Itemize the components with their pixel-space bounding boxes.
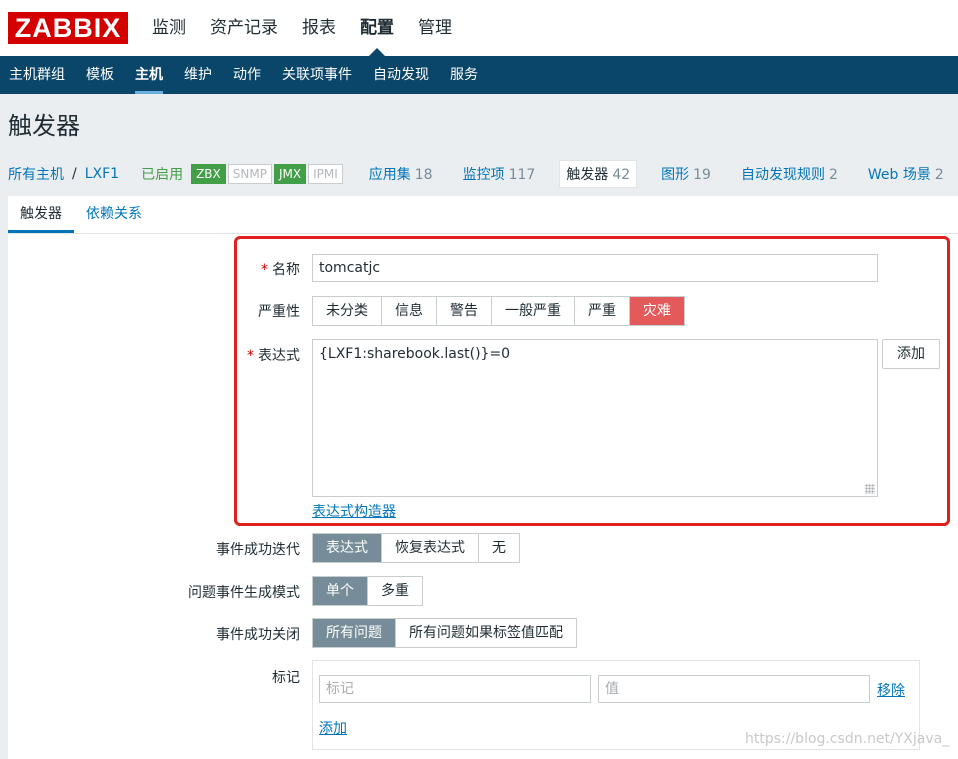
zabbix-logo[interactable]: ZABBIX (8, 12, 128, 44)
top-bar: ZABBIX 监测 资产记录 报表 配置 管理 (0, 0, 958, 56)
host-tab-discovery: 自动发现规则 2 (735, 161, 844, 187)
ok-event-gen-expression[interactable]: 表达式 (313, 534, 382, 562)
breadcrumb: 所有主机 / LXF1 已启用 ZBX SNMP JMX IPMI 应用集 18 … (8, 158, 950, 190)
ok-close-label: 事件成功关闭 (216, 627, 300, 643)
host-tab-triggers-link[interactable]: 触发器 (566, 167, 608, 183)
host-tab-applications: 应用集 18 (363, 161, 439, 187)
tag-value-input[interactable]: 值 (598, 675, 870, 703)
main-nav-configuration[interactable]: 配置 (348, 0, 406, 56)
applications-count: 18 (414, 167, 433, 183)
ok-event-gen-recovery[interactable]: 恢复表达式 (382, 534, 479, 562)
problem-mode-multiple[interactable]: 多重 (368, 577, 422, 605)
main-nav-reports[interactable]: 报表 (290, 0, 348, 56)
availability-jmx: JMX (273, 164, 307, 184)
host-tab-web-link[interactable]: Web 场景 (868, 167, 931, 183)
sub-nav-hosts[interactable]: 主机 (126, 56, 175, 94)
host-tab-items-link[interactable]: 监控项 (463, 167, 505, 183)
items-count: 117 (508, 167, 536, 183)
problem-mode-label: 问题事件生成模式 (188, 585, 300, 601)
host-tab-discovery-link[interactable]: 自动发现规则 (741, 167, 825, 183)
triggers-count: 42 (612, 167, 631, 183)
ok-close-selector: 所有问题 所有问题如果标签值匹配 (312, 618, 577, 648)
page-title: 触发器 (8, 112, 80, 140)
host-tab-graphs-link[interactable]: 图形 (661, 167, 689, 183)
ok-event-gen-selector: 表达式 恢复表达式 无 (312, 533, 520, 563)
ok-close-all[interactable]: 所有问题 (313, 619, 396, 647)
form-tabs: 触发器 依赖关系 (8, 196, 958, 234)
ok-close-tag-match[interactable]: 所有问题如果标签值匹配 (396, 619, 576, 647)
host-tab-items: 监控项 117 (457, 161, 542, 187)
problem-mode-selector: 单个 多重 (312, 576, 423, 606)
tab-dependencies[interactable]: 依赖关系 (74, 196, 154, 233)
sub-nav-correlation[interactable]: 关联项事件 (273, 56, 364, 94)
watermark: https://blog.csdn.net/YXjava_ (745, 731, 950, 747)
availability-ipmi: IPMI (308, 164, 343, 184)
sub-nav-host-groups[interactable]: 主机群组 (0, 56, 77, 94)
annotation-highlight-box (234, 236, 950, 526)
tags-label: 标记 (272, 670, 300, 686)
sub-nav-templates[interactable]: 模板 (77, 56, 126, 94)
breadcrumb-all-hosts[interactable]: 所有主机 (8, 164, 64, 184)
sub-nav: 主机群组 模板 主机 维护 动作 关联项事件 自动发现 服务 (0, 56, 958, 94)
host-tab-applications-link[interactable]: 应用集 (369, 167, 411, 183)
host-tab-triggers: 触发器 42 (559, 160, 638, 188)
sub-nav-discovery[interactable]: 自动发现 (364, 56, 441, 94)
add-tag-link[interactable]: 添加 (319, 718, 347, 738)
availability-snmp: SNMP (227, 164, 272, 184)
ok-event-gen-none[interactable]: 无 (479, 534, 519, 562)
remove-tag-link[interactable]: 移除 (877, 680, 905, 700)
ok-event-gen-label: 事件成功迭代 (216, 542, 300, 558)
host-status[interactable]: 已启用 (141, 164, 183, 184)
availability-zbx: ZBX (191, 164, 226, 184)
graphs-count: 19 (693, 167, 711, 183)
tab-trigger[interactable]: 触发器 (8, 196, 74, 233)
sub-nav-maintenance[interactable]: 维护 (175, 56, 224, 94)
sub-nav-actions[interactable]: 动作 (224, 56, 273, 94)
tag-name-input[interactable]: 标记 (319, 675, 591, 703)
main-nav-administration[interactable]: 管理 (406, 0, 464, 56)
discovery-count: 2 (828, 167, 838, 183)
problem-mode-single[interactable]: 单个 (313, 577, 368, 605)
sub-nav-services[interactable]: 服务 (441, 56, 490, 94)
web-count: 2 (934, 167, 944, 183)
host-tab-graphs: 图形 19 (655, 161, 717, 187)
main-nav-inventory[interactable]: 资产记录 (198, 0, 290, 56)
breadcrumb-separator: / (72, 166, 77, 182)
main-nav-monitoring[interactable]: 监测 (140, 0, 198, 56)
breadcrumb-host[interactable]: LXF1 (85, 166, 119, 182)
host-tab-web: Web 场景 2 (862, 161, 950, 187)
main-nav: 监测 资产记录 报表 配置 管理 (140, 0, 464, 56)
